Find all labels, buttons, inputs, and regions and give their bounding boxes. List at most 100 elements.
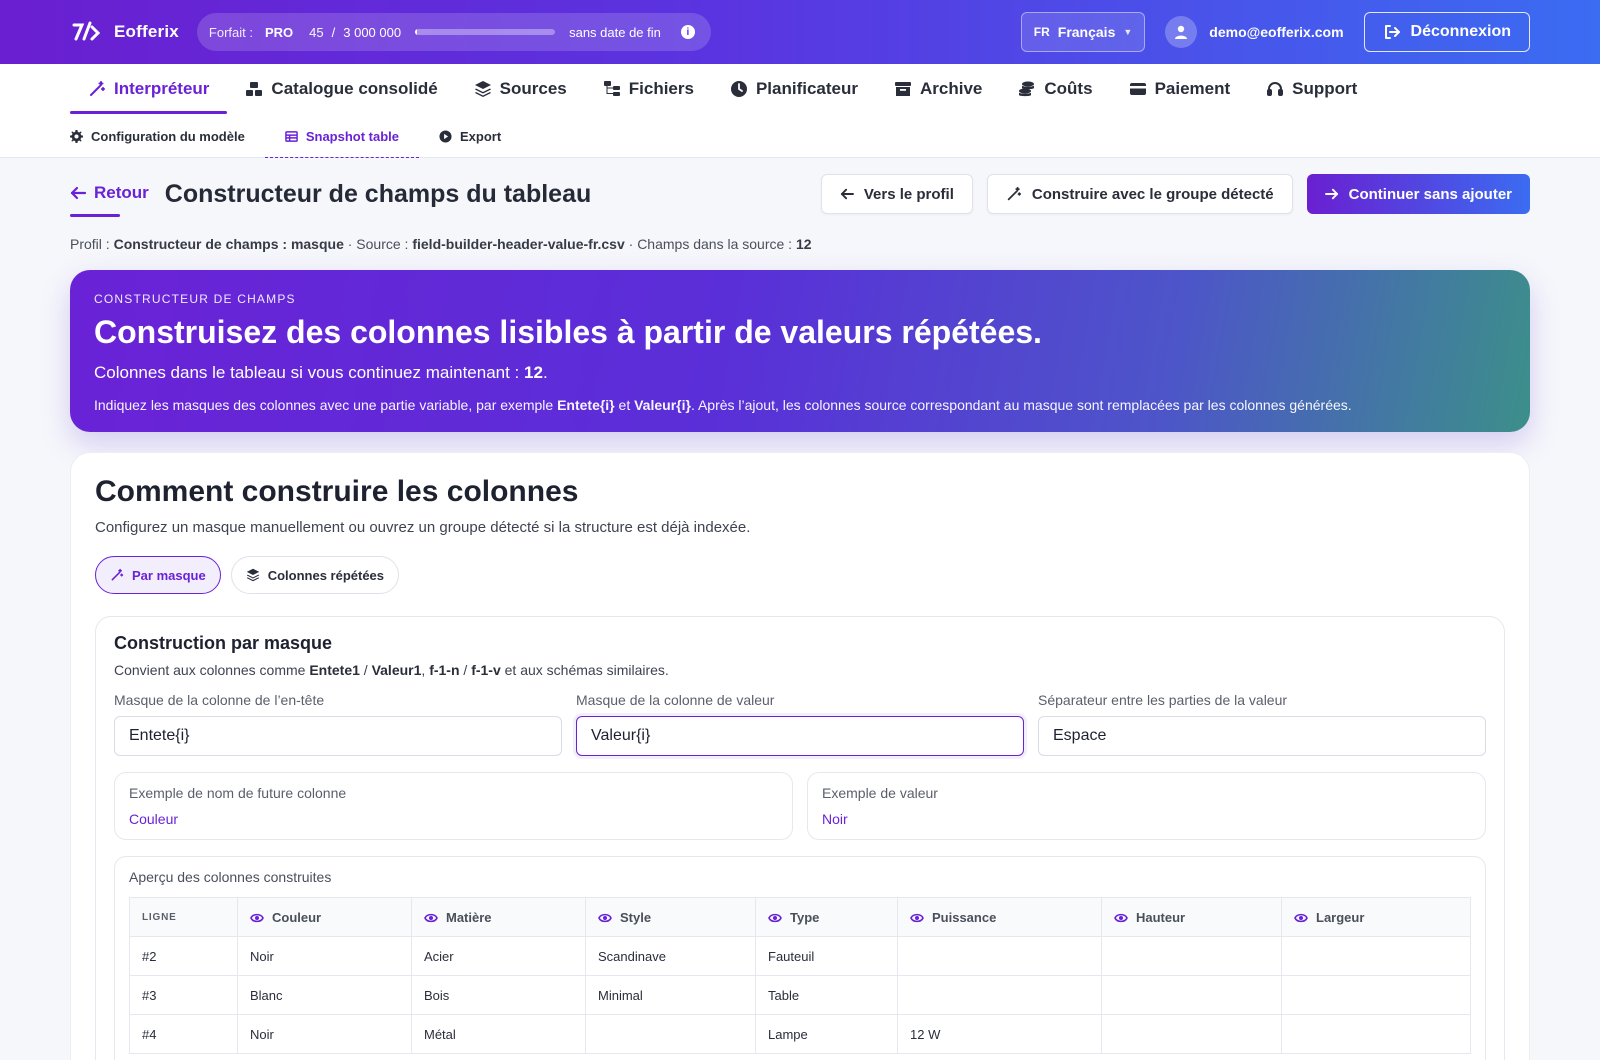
eye-icon[interactable]: [910, 912, 924, 924]
user-email: demo@eofferix.com: [1209, 24, 1344, 40]
table-cell: [1101, 936, 1282, 976]
builder-sub-text-end: et aux schémas similaires.: [504, 662, 669, 678]
column-header[interactable]: Type: [755, 897, 898, 937]
eye-icon[interactable]: [424, 912, 438, 924]
headset-icon: [1267, 82, 1284, 96]
eye-icon[interactable]: [768, 912, 782, 924]
nav-item-sources[interactable]: Sources: [456, 64, 585, 114]
mode-repeated-label: Colonnes répétées: [267, 567, 385, 583]
builder-sub-example: Entete1: [309, 662, 360, 678]
eye-icon[interactable]: [598, 912, 612, 924]
column-header[interactable]: Style: [585, 897, 756, 937]
table-cell: Métal: [411, 1014, 586, 1054]
table-cell: [897, 936, 1102, 976]
top-bar: Eofferix Forfait : PRO 45 / 3 000 000 sa…: [0, 0, 1600, 64]
table-cell: Minimal: [585, 975, 756, 1015]
nav-item-paiement[interactable]: Paiement: [1111, 64, 1249, 114]
plan-label: Forfait :: [208, 24, 253, 40]
hero-desc-example-header: Entete{i}: [557, 397, 615, 413]
column-header-label: Matière: [446, 909, 492, 925]
subnav-item-model-config[interactable]: Configuration du modèle: [70, 114, 265, 158]
builder-subtitle: Convient aux colonnes comme Entete1 / Va…: [114, 662, 1486, 678]
preview-title: Aperçu des colonnes construites: [129, 869, 332, 885]
user-menu[interactable]: demo@eofferix.com: [1165, 16, 1344, 48]
subnav-item-label: Configuration du modèle: [91, 128, 245, 144]
builder-sub-slash: /: [363, 662, 368, 678]
example-value-value: Noir: [822, 811, 848, 827]
nav-item-planificateur[interactable]: Planificateur: [712, 64, 876, 114]
nav-item-label: Fichiers: [628, 79, 694, 98]
column-header[interactable]: Largeur: [1281, 897, 1471, 937]
column-header[interactable]: Matière: [411, 897, 586, 937]
subnav-item-export[interactable]: Export: [419, 114, 521, 158]
back-link[interactable]: Retour: [70, 183, 149, 217]
hero-count-value: 12: [524, 363, 543, 382]
builder-sub-text: Convient aux colonnes comme: [114, 662, 306, 678]
nav-item-interpreteur[interactable]: Interpréteur: [70, 64, 228, 114]
hero-description: Indiquez les masques des colonnes avec u…: [94, 397, 1506, 413]
nav-item-couts[interactable]: Coûts: [1000, 64, 1110, 114]
table-cell: Noir: [237, 936, 412, 976]
plan-progress-bar: [415, 29, 556, 35]
cubes-icon: [246, 82, 263, 96]
language-code: FR: [1033, 25, 1050, 39]
plan-usage-pill[interactable]: Forfait : PRO 45 / 3 000 000 sans date d…: [196, 13, 711, 51]
hero-desc-text: Indiquez les masques des colonnes avec u…: [94, 397, 554, 413]
mode-repeated-columns-button[interactable]: Colonnes répétées: [230, 556, 400, 594]
column-header-label: Hauteur: [1136, 909, 1186, 925]
header-mask-input[interactable]: Entete{i}: [114, 716, 562, 756]
nav-item-support[interactable]: Support: [1248, 64, 1375, 114]
table-cell: [1281, 975, 1471, 1015]
card-title: Comment construire les colonnes: [95, 475, 579, 508]
header-mask-field-group: Masque de la colonne de l’en-tête Entete…: [114, 692, 562, 756]
column-header-label: Puissance: [932, 909, 997, 925]
table-cell: Bois: [411, 975, 586, 1015]
builder-sub-example: f-1-v: [471, 662, 501, 678]
language-selector[interactable]: FR Français ▼: [1020, 12, 1146, 52]
table-cell: Noir: [237, 1014, 412, 1054]
separator-label: Séparateur entre les parties de la valeu…: [1038, 692, 1288, 708]
continue-label: Continuer sans ajouter: [1348, 185, 1512, 203]
table-cell: [1281, 1014, 1471, 1054]
eye-icon[interactable]: [1114, 912, 1128, 924]
subnav-item-snapshot-table[interactable]: Snapshot table: [264, 114, 420, 158]
layers-icon: [246, 568, 259, 582]
nav-item-catalogue[interactable]: Catalogue consolidé: [227, 64, 455, 114]
nav-item-archive[interactable]: Archive: [876, 64, 1000, 114]
hero-banner: CONSTRUCTEUR DE CHAMPS Construisez des c…: [70, 270, 1530, 432]
table-cell: 12 W: [897, 1014, 1102, 1054]
main-navigation: Interpréteur Catalogue consolidé Sources…: [0, 64, 1600, 114]
value-mask-label: Masque de la colonne de valeur: [576, 692, 775, 708]
builder-title: Construction par masque: [114, 633, 333, 653]
header-mask-label: Masque de la colonne de l’en-tête: [114, 692, 325, 708]
language-name: Français: [1057, 24, 1116, 40]
nav-item-label: Interpréteur: [114, 79, 210, 98]
builder-sub-example: f-1-n: [429, 662, 460, 678]
sitemap-icon: [603, 81, 620, 96]
column-header[interactable]: Couleur: [237, 897, 412, 937]
example-column-name: Exemple de nom de future colonne Couleur: [114, 772, 793, 840]
column-header[interactable]: Hauteur: [1101, 897, 1282, 937]
hero-desc-and: et: [618, 397, 631, 413]
plan-separator: /: [331, 24, 336, 40]
value-mask-input[interactable]: Valeur{i}: [576, 716, 1024, 756]
continue-without-adding-button[interactable]: Continuer sans ajouter: [1306, 174, 1530, 214]
nav-item-fichiers[interactable]: Fichiers: [585, 64, 712, 114]
brand[interactable]: Eofferix: [70, 19, 179, 45]
separator-select[interactable]: Espace: [1038, 716, 1486, 756]
meta-source-label: · Source :: [347, 236, 409, 252]
meta-profile-value: Constructeur de champs : masque: [113, 236, 344, 252]
to-profile-label: Vers le profil: [863, 185, 954, 203]
info-icon[interactable]: i: [680, 25, 695, 39]
logout-button[interactable]: Déconnexion: [1363, 12, 1530, 52]
to-profile-button[interactable]: Vers le profil: [820, 174, 973, 214]
build-with-group-button[interactable]: Construire avec le groupe détecté: [986, 174, 1293, 214]
table-cell: [1101, 1014, 1282, 1054]
nav-item-label: Sources: [499, 79, 567, 98]
eye-icon[interactable]: [1294, 912, 1308, 924]
magic-wand-icon: [1007, 186, 1022, 201]
table-cell: Blanc: [237, 975, 412, 1015]
column-header[interactable]: Puissance: [897, 897, 1102, 937]
mode-by-mask-button[interactable]: Par masque: [95, 556, 221, 594]
eye-icon[interactable]: [250, 912, 264, 924]
